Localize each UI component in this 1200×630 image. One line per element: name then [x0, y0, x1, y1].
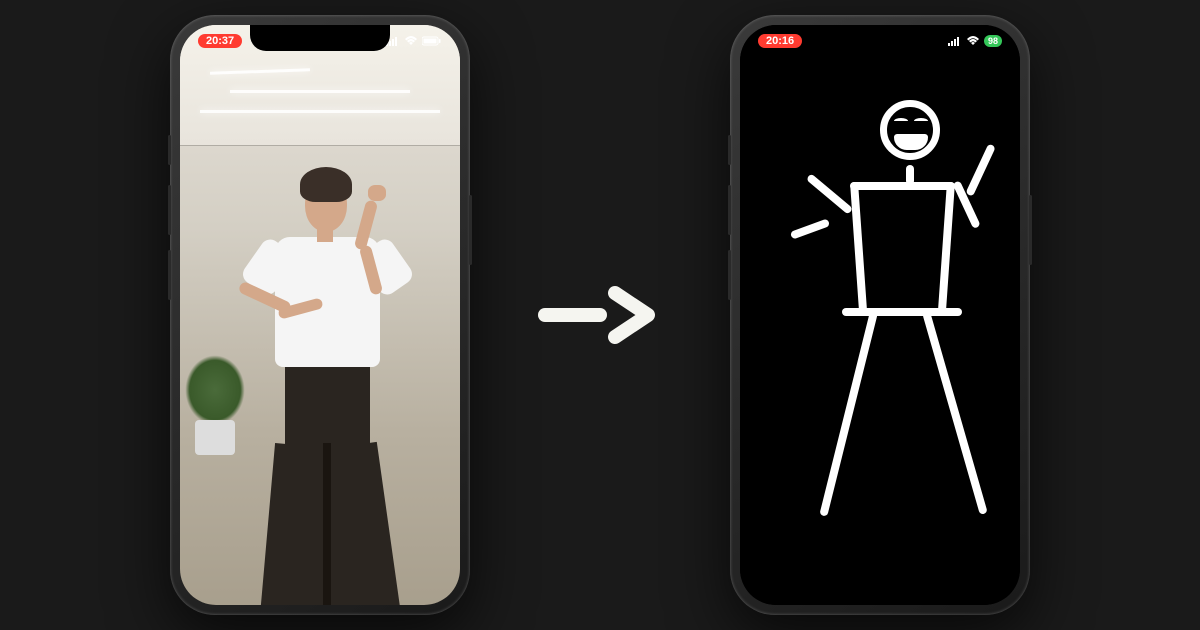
phone-right-screen: 20:16 98 [740, 25, 1020, 605]
status-indicators: 98 [948, 35, 1002, 47]
wifi-icon [404, 36, 418, 46]
wifi-icon [966, 36, 980, 46]
notch [250, 25, 390, 51]
stick-figure-output [740, 25, 1020, 605]
recording-time-pill: 20:16 [758, 34, 802, 48]
signal-icon [948, 36, 962, 46]
phone-right: 20:16 98 [730, 15, 1030, 615]
battery-icon [422, 36, 442, 46]
notch [810, 25, 950, 51]
phone-left-screen: 20:37 [180, 25, 460, 605]
arrow-icon [530, 275, 670, 355]
stick-figure [770, 90, 990, 540]
person-figure [220, 125, 420, 605]
recording-time-pill: 20:37 [198, 34, 242, 48]
status-indicators [386, 36, 442, 46]
battery-pill: 98 [984, 35, 1002, 47]
camera-photo-scene [180, 25, 460, 605]
phone-left: 20:37 [170, 15, 470, 615]
